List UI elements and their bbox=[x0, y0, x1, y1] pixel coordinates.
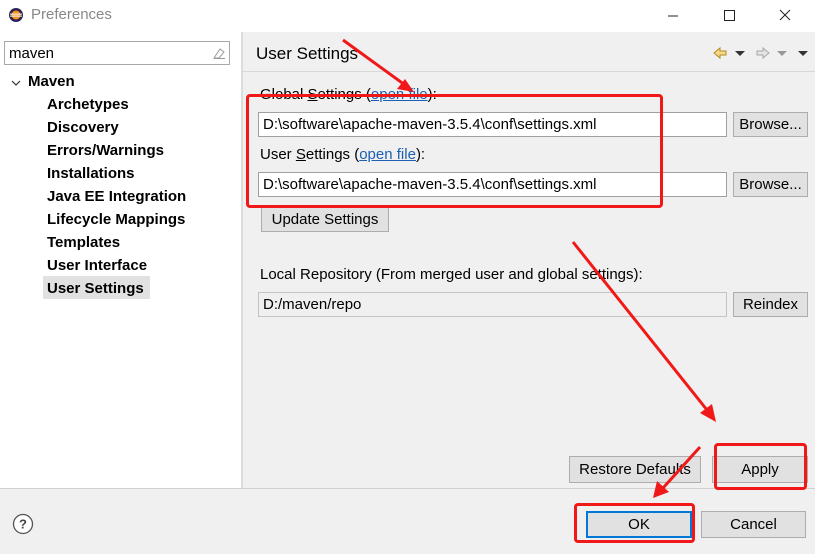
tree-item-user-interface[interactable]: User Interface bbox=[47, 254, 147, 277]
back-arrow-icon[interactable] bbox=[712, 45, 728, 61]
reindex-button[interactable]: Reindex bbox=[733, 292, 808, 317]
minimize-icon bbox=[668, 15, 678, 17]
annotation-box-settings bbox=[246, 94, 663, 208]
svg-text:?: ? bbox=[19, 517, 27, 532]
chevron-down-icon[interactable] bbox=[10, 77, 22, 89]
help-icon[interactable]: ? bbox=[12, 513, 34, 535]
title-bar: Preferences bbox=[0, 0, 815, 32]
restore-defaults-button[interactable]: Restore Defaults bbox=[569, 456, 701, 483]
eclipse-icon bbox=[9, 8, 23, 22]
cancel-button[interactable]: Cancel bbox=[701, 511, 806, 538]
global-browse-button[interactable]: Browse... bbox=[733, 112, 808, 137]
annotation-box-apply bbox=[714, 443, 807, 490]
maximize-icon bbox=[724, 10, 735, 21]
pane-splitter[interactable] bbox=[241, 32, 243, 488]
close-button[interactable] bbox=[762, 0, 808, 32]
tree-item-java-ee-integration[interactable]: Java EE Integration bbox=[47, 185, 186, 208]
preferences-tree-pane: Maven Archetypes Discovery Errors/Warnin… bbox=[0, 32, 241, 488]
forward-arrow-icon[interactable] bbox=[755, 45, 771, 61]
footer-separator bbox=[0, 488, 815, 489]
page-title: User Settings bbox=[256, 44, 359, 63]
tree-item-templates[interactable]: Templates bbox=[47, 231, 120, 254]
window-title: Preferences bbox=[31, 6, 112, 23]
maximize-button[interactable] bbox=[706, 0, 752, 32]
clear-filter-icon[interactable] bbox=[211, 45, 227, 61]
tree-item-installations[interactable]: Installations bbox=[47, 162, 135, 185]
view-menu-icon[interactable] bbox=[797, 45, 809, 61]
dropdown-icon[interactable] bbox=[776, 45, 788, 61]
dropdown-icon[interactable] bbox=[734, 45, 746, 61]
close-icon bbox=[779, 9, 791, 21]
tree-item-user-settings[interactable]: User Settings bbox=[47, 277, 144, 300]
tree-item-maven[interactable]: Maven bbox=[28, 70, 75, 93]
minimize-button[interactable] bbox=[650, 0, 696, 32]
update-settings-button[interactable]: Update Settings bbox=[261, 207, 389, 232]
header-separator bbox=[243, 71, 815, 72]
local-repository-label: Local Repository (From merged user and g… bbox=[260, 266, 643, 283]
tree-item-discovery[interactable]: Discovery bbox=[47, 116, 119, 139]
filter-input[interactable] bbox=[4, 41, 230, 65]
tree-item-lifecycle-mappings[interactable]: Lifecycle Mappings bbox=[47, 208, 185, 231]
local-repository-field[interactable] bbox=[258, 292, 727, 317]
user-browse-button[interactable]: Browse... bbox=[733, 172, 808, 197]
annotation-box-ok bbox=[574, 503, 695, 543]
tree-item-errors-warnings[interactable]: Errors/Warnings bbox=[47, 139, 164, 162]
tree-item-archetypes[interactable]: Archetypes bbox=[47, 93, 129, 116]
